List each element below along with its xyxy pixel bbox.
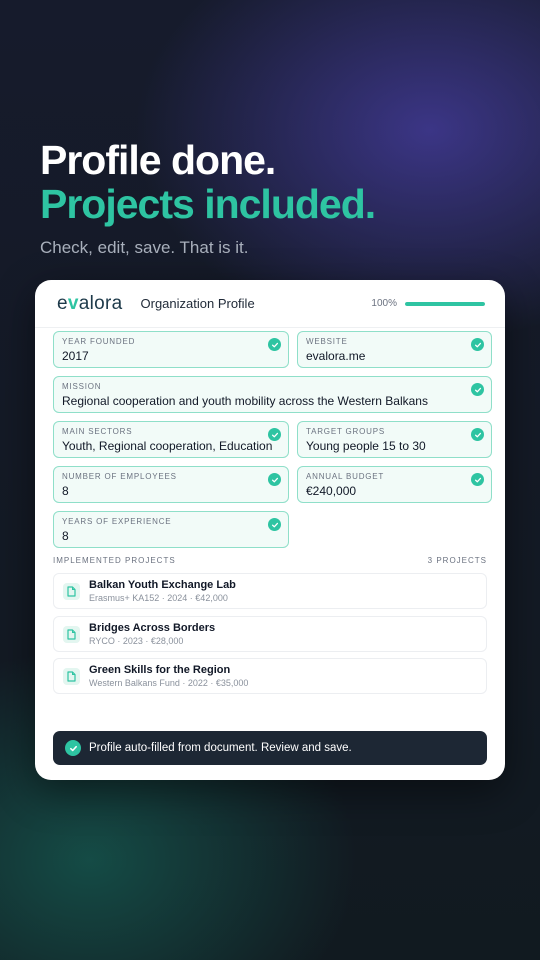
- check-circle-icon: [65, 740, 81, 756]
- field-value: 8: [62, 484, 69, 498]
- document-icon: [63, 582, 80, 600]
- toast-message: Profile auto-filled from document. Revie…: [89, 742, 352, 754]
- field-label: NUMBER OF EMPLOYEES: [62, 472, 177, 481]
- check-circle-icon: [268, 473, 281, 486]
- projects-count: 3 PROJECTS: [427, 556, 487, 565]
- field-target-groups[interactable]: TARGET GROUPS Young people 15 to 30: [297, 421, 492, 458]
- field-value: €240,000: [306, 484, 357, 498]
- project-meta: Erasmus+ KA152 · 2024 · €42,000: [89, 593, 228, 603]
- headline-line-1: Profile done.: [40, 137, 276, 183]
- progress: 100%: [371, 298, 485, 309]
- field-main-sectors[interactable]: MAIN SECTORS Youth, Regional cooperation…: [53, 421, 289, 458]
- project-meta: Western Balkans Fund · 2022 · €35,000: [89, 678, 249, 688]
- project-meta: RYCO · 2023 · €28,000: [89, 636, 184, 646]
- card-title: Organization Profile: [140, 296, 255, 311]
- field-label: ANNUAL BUDGET: [306, 472, 385, 481]
- field-value: 8: [62, 529, 69, 543]
- check-circle-icon: [471, 383, 484, 396]
- tagline: Check, edit, save. That is it.: [40, 238, 249, 257]
- field-value: evalora.me: [306, 349, 366, 363]
- field-years-of-experience[interactable]: YEARS OF EXPERIENCE 8: [53, 511, 289, 548]
- project-name: Green Skills for the Region: [89, 664, 231, 676]
- field-annual-budget[interactable]: ANNUAL BUDGET €240,000: [297, 466, 492, 503]
- progress-bar: [405, 301, 485, 306]
- field-label: MAIN SECTORS: [62, 427, 133, 436]
- project-name: Bridges Across Borders: [89, 622, 216, 634]
- projects-title: IMPLEMENTED PROJECTS: [53, 556, 176, 565]
- field-value: Youth, Regional cooperation, Education: [62, 439, 273, 453]
- field-label: MISSION: [62, 382, 102, 391]
- field-label: TARGET GROUPS: [306, 427, 386, 436]
- field-year-founded[interactable]: YEAR FOUNDED 2017: [53, 331, 289, 368]
- project-item[interactable]: Green Skills for the Region Western Balk…: [53, 658, 487, 694]
- check-circle-icon: [268, 428, 281, 441]
- field-value: Young people 15 to 30: [306, 439, 426, 453]
- autofill-toast: Profile auto-filled from document. Revie…: [53, 731, 487, 765]
- field-value: 2017: [62, 349, 89, 363]
- evalora-logo: e v alora: [57, 292, 123, 314]
- hero: Profile done. Projects included. Check, …: [40, 138, 510, 258]
- field-label: YEARS OF EXPERIENCE: [62, 517, 172, 526]
- document-icon: [63, 667, 80, 685]
- headline-line-2: Projects included.: [40, 181, 376, 227]
- document-icon: [63, 625, 80, 643]
- check-circle-icon: [471, 473, 484, 486]
- check-circle-icon: [471, 338, 484, 351]
- check-circle-icon: [471, 428, 484, 441]
- check-circle-icon: [268, 338, 281, 351]
- progress-bar-fill: [405, 301, 485, 306]
- profile-card: e v alora Organization Profile 100% YEAR F…: [35, 280, 505, 780]
- field-label: WEBSITE: [306, 337, 348, 346]
- projects-heading: IMPLEMENTED PROJECTS 3 PROJECTS: [53, 556, 487, 565]
- field-number-of-employees[interactable]: NUMBER OF EMPLOYEES 8: [53, 466, 289, 503]
- project-name: Balkan Youth Exchange Lab: [89, 579, 236, 591]
- field-mission[interactable]: MISSION Regional cooperation and youth m…: [53, 376, 492, 413]
- field-website[interactable]: WEBSITE evalora.me: [297, 331, 492, 368]
- progress-label: 100%: [371, 298, 397, 309]
- card-header: e v alora Organization Profile 100%: [35, 280, 505, 328]
- field-label: YEAR FOUNDED: [62, 337, 136, 346]
- project-item[interactable]: Balkan Youth Exchange Lab Erasmus+ KA152…: [53, 573, 487, 609]
- field-value: Regional cooperation and youth mobility …: [62, 394, 428, 408]
- project-item[interactable]: Bridges Across Borders RYCO · 2023 · €28…: [53, 616, 487, 652]
- check-circle-icon: [268, 518, 281, 531]
